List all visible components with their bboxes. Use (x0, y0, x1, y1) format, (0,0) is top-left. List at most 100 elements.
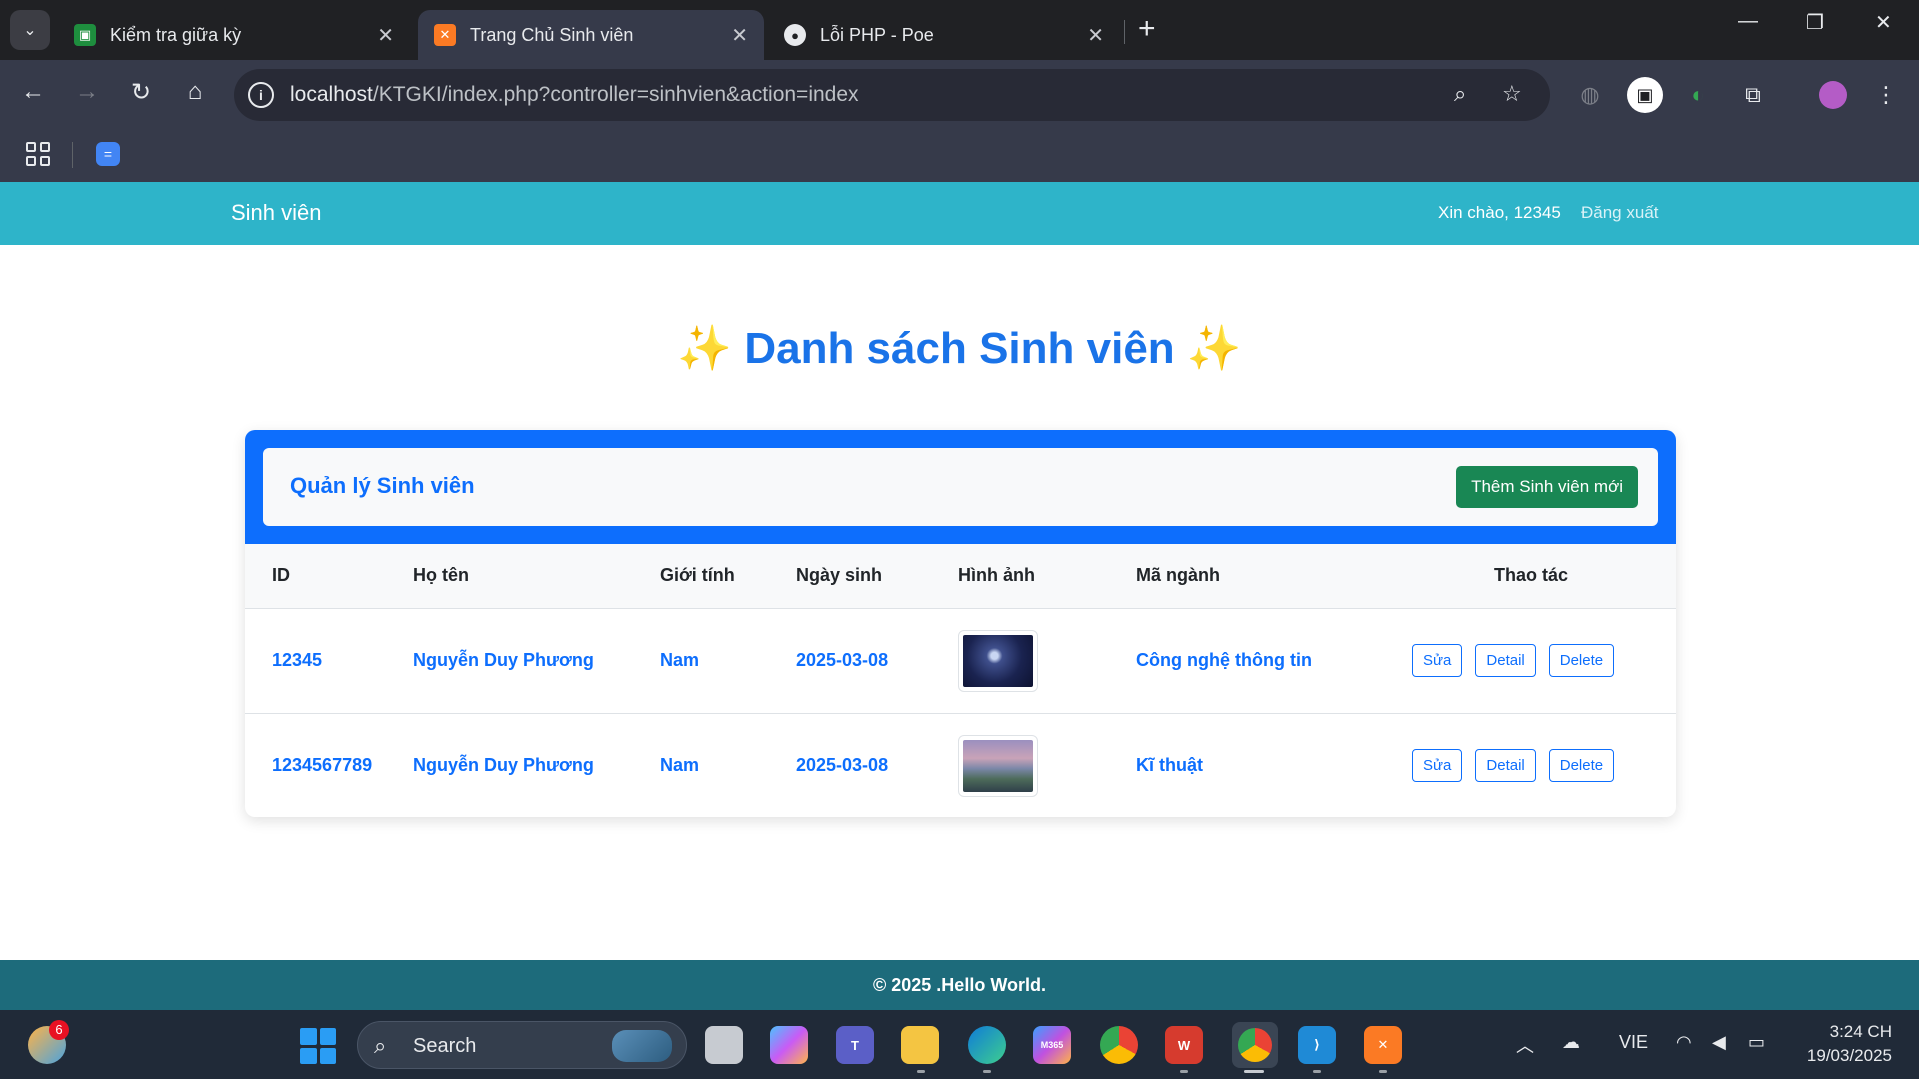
cell-name: Nguyễn Duy Phương (413, 608, 660, 714)
taskbar-search[interactable]: ⌕ Search (357, 1021, 687, 1069)
forward-icon[interactable]: → (70, 78, 104, 106)
url-host: localhost (290, 83, 373, 106)
notification-badge: 6 (49, 1020, 69, 1040)
apps-grid-icon[interactable] (26, 142, 50, 166)
wps-icon[interactable]: W (1165, 1026, 1203, 1064)
tab-label: Trang Chủ Sinh viên (470, 24, 634, 45)
card-header: Quản lý Sinh viên Thêm Sinh viên mới (245, 430, 1676, 544)
chevron-up-icon[interactable]: ︿ (1516, 1032, 1534, 1058)
tab-label: Lỗi PHP - Poe (820, 24, 934, 45)
extension-screen-icon[interactable]: ▣ (1627, 77, 1663, 113)
cell-gender: Nam (660, 755, 700, 776)
site-info-icon[interactable]: i (248, 82, 274, 108)
minimize-icon[interactable]: — (1738, 10, 1758, 33)
bookmarks-bar: = (0, 130, 1919, 182)
cell-actions: Sửa Detail Delete (1386, 608, 1676, 714)
back-icon[interactable]: ← (16, 78, 50, 106)
search-icon: ⌕ (374, 1033, 387, 1058)
detail-button[interactable]: Detail (1475, 644, 1536, 677)
running-indicator (1180, 1070, 1188, 1073)
close-icon[interactable]: ✕ (1087, 23, 1104, 48)
m365-icon[interactable]: M365 (1033, 1026, 1071, 1064)
column-header-gender: Giới tính (660, 544, 796, 609)
edge-icon[interactable] (968, 1026, 1006, 1064)
clock-time: 3:24 CH (1829, 1022, 1892, 1041)
restore-icon[interactable]: ❐ (1806, 10, 1824, 35)
student-photo (958, 734, 1038, 797)
docs-bookmark-icon[interactable]: = (96, 142, 120, 166)
file-explorer-icon[interactable] (901, 1026, 939, 1064)
wifi-icon[interactable]: ◠ (1676, 1032, 1692, 1053)
tab-trang-chu[interactable]: ✕ Trang Chủ Sinh viên ✕ (418, 10, 764, 60)
zoom-icon[interactable]: ⌕ (1454, 81, 1466, 107)
teams-icon[interactable]: T (836, 1026, 874, 1064)
extension-robot-icon[interactable]: ◍ (1572, 77, 1608, 113)
sparkles-icon: ✨ (1186, 324, 1242, 373)
tab-label: Kiểm tra giữa kỳ (110, 24, 242, 45)
close-window-icon[interactable]: ✕ (1875, 10, 1892, 35)
search-highlight-image (612, 1030, 672, 1062)
column-header-image: Hình ảnh (958, 544, 1136, 609)
new-tab-button[interactable]: + (1138, 14, 1156, 44)
delete-button[interactable]: Delete (1548, 749, 1615, 783)
student-card: Quản lý Sinh viên Thêm Sinh viên mới ID … (245, 430, 1676, 817)
reload-icon[interactable]: ↻ (124, 78, 158, 107)
cell-dob: 2025-03-08 (796, 608, 958, 714)
vscode-icon[interactable]: ⟩ (1298, 1026, 1336, 1064)
chrome-active-icon[interactable] (1232, 1022, 1278, 1068)
cell-name: Nguyễn Duy Phương (413, 755, 594, 776)
page-title-text: Danh sách Sinh viên (744, 324, 1175, 373)
tab-kiem-tra[interactable]: ▣ Kiểm tra giữa kỳ ✕ (58, 10, 410, 60)
column-header-major: Mã ngành (1136, 544, 1386, 609)
column-header-id: ID (245, 544, 413, 609)
chrome-icon[interactable] (1100, 1026, 1138, 1064)
bookmarks-divider (72, 142, 73, 168)
table-row: 12345 Nguyễn Duy Phương Nam 2025-03-08 C… (245, 608, 1676, 714)
running-indicator (983, 1070, 991, 1073)
browser-toolbar: ← → ↻ ⌂ i localhost/KTGKI/index.php?cont… (0, 60, 1919, 130)
logout-link[interactable]: Đăng xuất (1581, 203, 1659, 223)
bookmark-star-icon[interactable]: ☆ (1502, 81, 1522, 107)
xampp-icon[interactable]: ✕ (1364, 1026, 1402, 1064)
system-clock[interactable]: 3:24 CH 19/03/2025 (1790, 1020, 1892, 1068)
extensions-puzzle-icon[interactable]: ⧉ (1735, 77, 1771, 113)
user-greeting: Xin chào, 12345 (1438, 203, 1561, 222)
address-bar[interactable]: i localhost/KTGKI/index.php?controller=s… (234, 69, 1550, 121)
tab-loi-php[interactable]: ● Lỗi PHP - Poe ✕ (768, 10, 1120, 60)
detail-button[interactable]: Detail (1475, 749, 1536, 783)
table-row: 1234567789 Nguyễn Duy Phương Nam 2025-03… (245, 713, 1676, 817)
edit-button[interactable]: Sửa (1412, 749, 1463, 783)
add-student-button[interactable]: Thêm Sinh viên mới (1456, 466, 1638, 508)
navbar-brand[interactable]: Sinh viên (231, 200, 322, 226)
tab-search-button[interactable]: ⌄ (10, 10, 50, 50)
close-icon[interactable]: ✕ (377, 23, 394, 48)
chevron-down-icon: ⌄ (23, 22, 37, 39)
classroom-icon: ▣ (74, 24, 96, 46)
menu-kebab-icon[interactable]: ⋮ (1868, 77, 1904, 113)
volume-icon[interactable]: ◀ (1712, 1032, 1726, 1053)
search-label: Search (413, 1035, 477, 1057)
student-table: ID Họ tên Giới tính Ngày sinh Hình ảnh M… (245, 544, 1676, 817)
windows-taskbar: 6 ⌕ Search T M365 W ⟩ ✕ ︿ ☁ VIE ◠ ◀ ▭ 3:… (0, 1010, 1919, 1079)
language-indicator[interactable]: VIE (1619, 1032, 1648, 1053)
extension-color-icon[interactable]: ◐ (1680, 77, 1716, 113)
cell-gender: Nam (660, 608, 796, 714)
cell-image (958, 713, 1136, 817)
profile-avatar[interactable] (1815, 77, 1851, 113)
sparkles-icon: ✨ (677, 324, 733, 373)
column-header-name: Họ tên (413, 544, 660, 609)
close-icon[interactable]: ✕ (731, 23, 748, 48)
column-header-actions: Thao tác (1386, 544, 1676, 609)
delete-button[interactable]: Delete (1548, 644, 1615, 677)
task-view-icon[interactable] (705, 1026, 743, 1064)
onedrive-icon[interactable]: ☁ (1562, 1032, 1580, 1053)
edit-button[interactable]: Sửa (1412, 644, 1463, 677)
battery-icon[interactable]: ▭ (1748, 1032, 1765, 1053)
url-text[interactable]: localhost/KTGKI/index.php?controller=sin… (290, 83, 859, 107)
copilot-icon[interactable] (770, 1026, 808, 1064)
site-navbar: Sinh viên Xin chào, 12345 Đăng xuất (0, 182, 1919, 245)
windows-start-icon[interactable] (300, 1028, 336, 1064)
column-header-dob: Ngày sinh (796, 544, 958, 609)
card-header-inner: Quản lý Sinh viên Thêm Sinh viên mới (263, 448, 1658, 526)
home-icon[interactable]: ⌂ (178, 78, 212, 106)
